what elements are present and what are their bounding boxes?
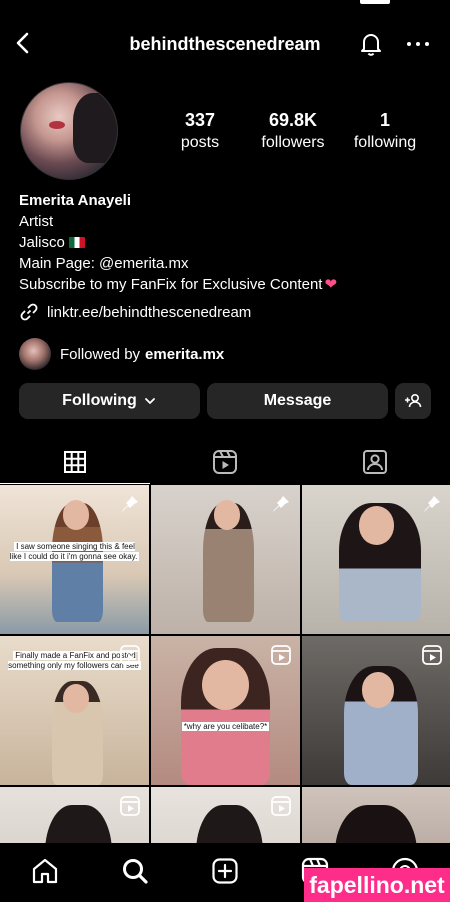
post-tile[interactable]: I saw someone singing this & feel like I…: [0, 485, 149, 634]
pin-icon: [424, 496, 440, 512]
create-icon[interactable]: [210, 856, 240, 886]
signal-icon: [360, 0, 390, 4]
bio-subscribe: Subscribe to my FanFix for Exclusive Con…: [19, 276, 323, 293]
post-caption-text: *why are you celibate?*: [181, 722, 270, 732]
post-tile[interactable]: *why are you celibate?*: [151, 636, 300, 785]
post-caption: *why are you celibate?*: [159, 722, 292, 732]
reel-badge-icon: [271, 796, 291, 816]
post-subject: [195, 804, 263, 843]
mexico-flag-icon: [68, 237, 85, 248]
top-nav: behindthescenedream: [0, 22, 450, 66]
heart-icon: ❤: [324, 276, 338, 293]
reel-badge-icon: [422, 645, 442, 665]
bio-link-text: linktr.ee/behindthescenedream: [47, 303, 252, 321]
pin-icon: [122, 496, 138, 512]
pin-icon: [273, 496, 289, 512]
bio-link[interactable]: linktr.ee/behindthescenedream: [19, 302, 251, 322]
stat-following-label: following: [353, 134, 417, 151]
more-options-icon[interactable]: [404, 30, 432, 58]
post-tile[interactable]: [0, 787, 149, 843]
reels-icon: [213, 450, 237, 474]
status-bar: [0, 0, 450, 14]
tab-grid[interactable]: [0, 440, 150, 484]
following-button[interactable]: Following: [19, 383, 200, 419]
grid-icon: [64, 450, 86, 473]
post-subject-head: [358, 505, 395, 545]
stat-following[interactable]: 1 following: [335, 110, 435, 152]
post-tile[interactable]: [302, 787, 450, 843]
stat-followers-value: 69.8K: [268, 110, 318, 130]
bio: Emerita Anayeli Artist Jalisco Main Page…: [19, 190, 337, 295]
post-tile[interactable]: [151, 485, 300, 634]
reel-badge-icon: [120, 796, 140, 816]
bio-subscribe-line: Subscribe to my FanFix for Exclusive Con…: [19, 274, 337, 295]
posts-grid: I saw someone singing this & feel like I…: [0, 485, 450, 843]
post-subject: [334, 804, 417, 843]
display-name: Emerita Anayeli: [19, 192, 131, 209]
post-subject: [44, 804, 112, 843]
bio-location-line: Jalisco: [19, 232, 337, 253]
avatar-hair: [73, 93, 117, 163]
link-icon: [20, 303, 38, 321]
reel-badge-icon: [120, 645, 140, 665]
post-tile[interactable]: [302, 636, 450, 785]
post-tile[interactable]: Finally made a FanFix and posted somethi…: [0, 636, 149, 785]
post-subject-head: [213, 499, 241, 530]
follower-avatar: [19, 338, 51, 370]
chevron-down-icon: [144, 398, 155, 404]
post-caption: I saw someone singing this & feel like I…: [8, 541, 141, 562]
stat-posts[interactable]: 337 posts: [150, 110, 250, 152]
stat-followers-label: followers: [261, 134, 325, 151]
message-button-label: Message: [263, 392, 332, 409]
post-caption-text: I saw someone singing this & feel like I…: [9, 541, 140, 561]
post-subject-head: [62, 499, 90, 530]
tab-tagged[interactable]: [300, 440, 450, 484]
search-icon[interactable]: [120, 856, 150, 886]
post-tile[interactable]: [302, 485, 450, 634]
stat-following-value: 1: [379, 110, 390, 130]
post-tile[interactable]: [151, 787, 300, 843]
watermark: fapellino.net: [304, 868, 450, 902]
stat-posts-label: posts: [180, 134, 220, 151]
tab-reels[interactable]: [150, 440, 300, 484]
stat-followers[interactable]: 69.8K followers: [243, 110, 343, 152]
profile-avatar[interactable]: [20, 82, 118, 180]
followed-by-prefix: Followed by: [60, 345, 141, 363]
tagged-icon: [363, 450, 387, 474]
post-subject-head: [361, 671, 395, 708]
followed-by-row[interactable]: Followed by emerita.mx: [19, 338, 224, 370]
bio-location: Jalisco: [19, 234, 65, 251]
avatar-lips: [49, 121, 65, 129]
bio-main-page[interactable]: Main Page: @emerita.mx: [19, 253, 337, 274]
bell-icon[interactable]: [356, 28, 386, 58]
profile-tabs: [0, 440, 450, 484]
add-user-icon: [405, 393, 422, 408]
bio-category: Artist: [19, 213, 54, 230]
message-button[interactable]: Message: [207, 383, 388, 419]
following-button-label: Following: [62, 392, 137, 409]
stat-posts-value: 337: [184, 110, 216, 130]
add-user-button[interactable]: [395, 383, 431, 419]
home-icon[interactable]: [30, 856, 60, 886]
reel-badge-icon: [271, 645, 291, 665]
followed-by-user: emerita.mx: [145, 345, 225, 363]
